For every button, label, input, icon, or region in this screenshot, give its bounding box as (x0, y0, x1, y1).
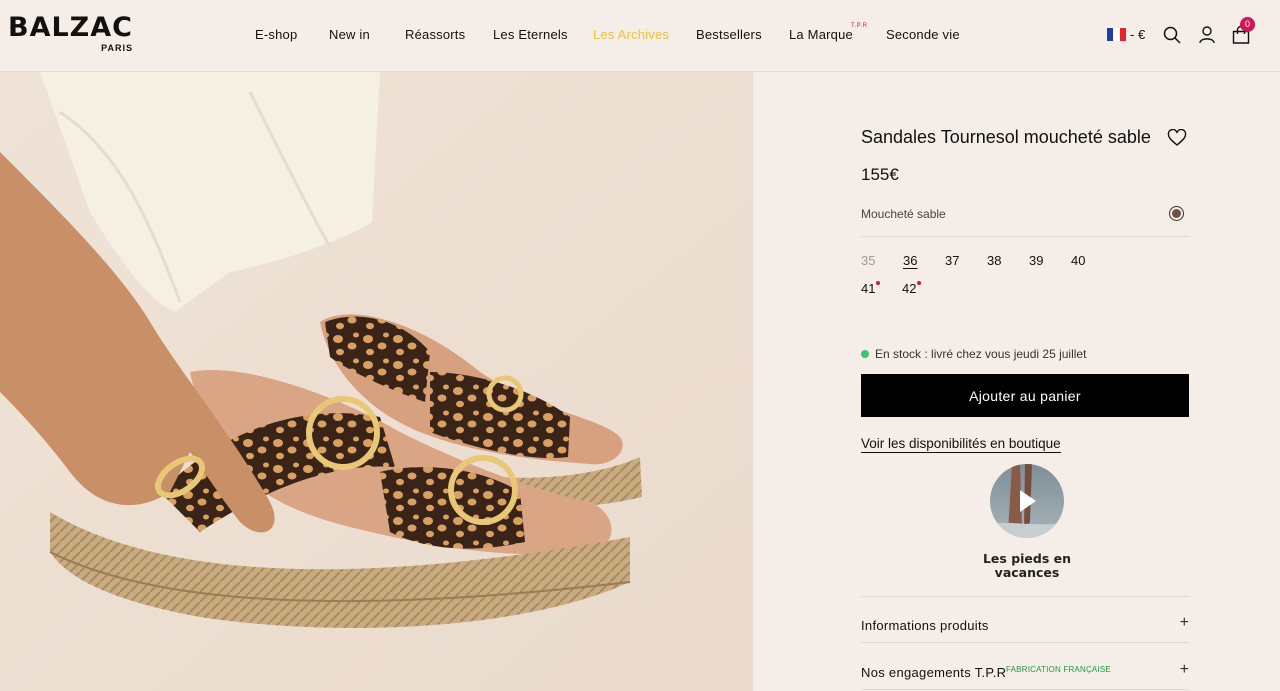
stock-text: En stock : livré chez vous jeudi 25 juil… (875, 347, 1087, 361)
stock-dot-icon (861, 350, 869, 358)
store-availability-link[interactable]: Voir les disponibilités en boutique (861, 436, 1061, 453)
color-swatch[interactable] (1169, 206, 1184, 221)
flag-fr-icon[interactable] (1107, 28, 1126, 41)
nav-item-bestsellers[interactable]: Bestsellers (696, 27, 762, 42)
size-option-40[interactable]: 40 (1071, 253, 1085, 268)
plus-icon: + (1179, 614, 1189, 631)
account-icon[interactable] (1196, 24, 1218, 46)
product-title: Sandales Tournesol moucheté sable (861, 127, 1151, 147)
accordion-label: Informations produits (861, 618, 989, 633)
color-name: Moucheté sable (861, 207, 946, 221)
nav-item-la-marque[interactable]: La Marque T.P.R (789, 23, 867, 42)
nav-item-new-in[interactable]: New in (329, 27, 370, 42)
divider (861, 236, 1189, 237)
video-story[interactable] (990, 464, 1064, 538)
size-option-41[interactable]: 41 (861, 281, 875, 296)
product-price: 155€ (861, 165, 899, 184)
divider (861, 596, 1189, 597)
main-nav: E-shop New in Réassorts Les Eternels Les… (0, 23, 1280, 45)
heart-icon[interactable] (1167, 128, 1187, 147)
accordion-label: Nos engagements T.P.R (861, 665, 1007, 680)
cart-count-badge: 0 (1240, 17, 1255, 32)
size-option-42[interactable]: 42 (902, 281, 916, 296)
accordion-engagements[interactable]: Nos engagements T.P.R FABRICATION FRANÇA… (861, 649, 1189, 691)
nav-item-reassorts[interactable]: Réassorts (405, 27, 465, 42)
site-header: BALZAC PARIS E-shop New in Réassorts Les… (0, 0, 1280, 72)
product-photo (0, 72, 752, 691)
size-option-37[interactable]: 37 (945, 253, 959, 268)
size-option-35[interactable]: 35 (861, 253, 875, 268)
add-to-cart-button[interactable]: Ajouter au panier (861, 374, 1189, 417)
nav-item-les-eternels[interactable]: Les Eternels (493, 27, 568, 42)
size-option-38[interactable]: 38 (987, 253, 1001, 268)
nav-item-la-marque-label: La Marque (789, 27, 853, 42)
low-stock-dot (876, 281, 880, 285)
nav-item-la-marque-sup: T.P.R (851, 23, 868, 29)
stock-status: En stock : livré chez vous jeudi 25 juil… (861, 347, 1086, 361)
low-stock-dot (917, 281, 921, 285)
nav-item-les-archives[interactable]: Les Archives (593, 27, 669, 42)
fabrication-francaise-tag: FABRICATION FRANÇAISE (1006, 665, 1111, 674)
search-icon[interactable] (1161, 24, 1183, 46)
size-option-36[interactable]: 36 (903, 253, 917, 268)
video-story-label: Les pieds en vacances (982, 551, 1072, 580)
divider (861, 689, 1189, 690)
plus-icon: + (1179, 661, 1189, 678)
divider (861, 642, 1189, 643)
play-icon (1020, 490, 1036, 512)
size-option-39[interactable]: 39 (1029, 253, 1043, 268)
product-image[interactable] (0, 72, 752, 691)
currency-selector[interactable]: - € (1130, 27, 1145, 42)
product-info-panel: Sandales Tournesol moucheté sable 155€ M… (752, 72, 1280, 691)
accordion-product-info[interactable]: Informations produits + (861, 602, 1189, 646)
nav-item-seconde-vie[interactable]: Seconde vie (886, 27, 960, 42)
nav-item-eshop[interactable]: E-shop (255, 27, 297, 42)
